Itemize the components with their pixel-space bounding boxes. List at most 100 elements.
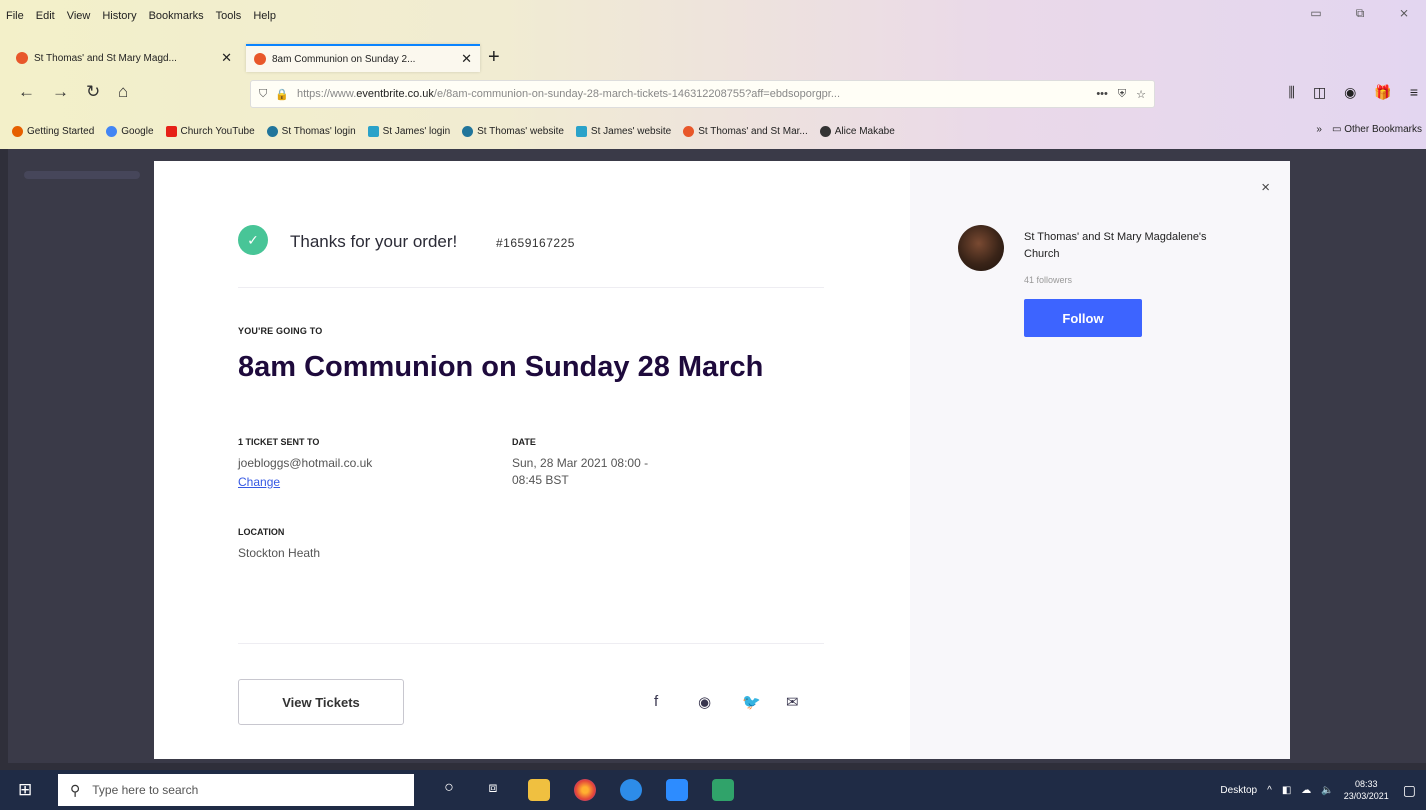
- menu-history[interactable]: History: [102, 10, 136, 22]
- bookmark-church-youtube[interactable]: Church YouTube: [165, 125, 255, 137]
- organizer-panel: × St Thomas' and St Mary Magdalene's Chu…: [910, 161, 1290, 759]
- hamburger-menu-icon[interactable]: ≡: [1410, 84, 1418, 101]
- tracking-shield-icon[interactable]: ⛉: [259, 88, 267, 101]
- close-modal-icon[interactable]: ×: [1261, 179, 1270, 196]
- success-check-icon: ✓: [238, 225, 268, 255]
- divider: [238, 643, 824, 644]
- bookmark-st-james-login[interactable]: St James' login: [367, 125, 450, 137]
- nav-bar: ← → ↻ ⌂ ⛉ 🔒 https://www.eventbrite.co.uk…: [0, 76, 1426, 112]
- firefox-icon: [12, 125, 23, 137]
- toolbar-icons: ⫼ ◫ ◉ 🎁 ≡: [1288, 84, 1418, 101]
- menu-help[interactable]: Help: [253, 10, 276, 22]
- tab-close-icon[interactable]: ✕: [461, 51, 472, 67]
- bookmark-st-thomas-login[interactable]: St Thomas' login: [266, 125, 356, 137]
- window-controls: ▭ ⧉ ⨯: [1294, 6, 1426, 21]
- lock-icon[interactable]: 🔒: [275, 88, 289, 101]
- order-number: #1659167225: [496, 236, 575, 250]
- bookmark-star-icon[interactable]: ☆: [1136, 88, 1146, 101]
- close-window-icon[interactable]: ⨯: [1382, 6, 1426, 21]
- windows-start-icon[interactable]: ⊞: [18, 780, 32, 800]
- bookmarks-right: » ▭ Other Bookmarks: [1316, 124, 1422, 135]
- site-icon: [367, 125, 379, 137]
- eventbrite-icon: [683, 125, 695, 137]
- bookmark-st-james-website[interactable]: St James' website: [575, 125, 671, 137]
- app-taskbar-icon[interactable]: [620, 779, 642, 801]
- url-text[interactable]: https://www.eventbrite.co.uk/e/8am-commu…: [297, 88, 1086, 100]
- file-explorer-icon[interactable]: [528, 779, 550, 801]
- bookmarks-overflow-icon[interactable]: »: [1316, 124, 1322, 135]
- restore-icon[interactable]: ⧉: [1338, 6, 1382, 21]
- background-placeholder: [24, 171, 140, 179]
- bookmark-alice-makabe[interactable]: Alice Makabe: [819, 125, 895, 137]
- site-icon: [575, 125, 587, 137]
- follow-button[interactable]: Follow: [1024, 299, 1142, 337]
- notifications-icon[interactable]: ▢: [1403, 782, 1416, 799]
- browser-chrome: File Edit View History Bookmarks Tools H…: [0, 0, 1426, 149]
- event-date: Sun, 28 Mar 2021 08:00 -08:45 BST: [512, 456, 649, 487]
- organizer-name[interactable]: St Thomas' and St Mary Magdalene's Churc…: [1024, 229, 1214, 263]
- messenger-icon[interactable]: ◉: [698, 693, 711, 711]
- bookmarks-toolbar: Getting Started Google Church YouTube St…: [0, 116, 1426, 146]
- reload-icon[interactable]: ↻: [86, 82, 100, 102]
- search-placeholder: Type here to search: [92, 783, 199, 797]
- chevron-up-icon[interactable]: ^: [1267, 785, 1272, 796]
- firefox-taskbar-icon[interactable]: [574, 779, 596, 801]
- menu-tools[interactable]: Tools: [216, 10, 242, 22]
- ticket-email: joebloggs@hotmail.co.uk: [238, 456, 373, 470]
- forward-arrow-icon[interactable]: →: [52, 82, 69, 102]
- twitter-icon[interactable]: 🐦: [742, 693, 761, 711]
- event-title: 8am Communion on Sunday 28 March: [238, 351, 764, 383]
- other-bookmarks[interactable]: ▭ Other Bookmarks: [1332, 124, 1422, 135]
- bookmark-st-thomas-website[interactable]: St Thomas' website: [462, 125, 564, 137]
- sidebar-icon[interactable]: ◫: [1313, 84, 1326, 101]
- back-arrow-icon[interactable]: ←: [18, 82, 35, 102]
- wordpress-icon: [266, 125, 278, 137]
- cloud-icon[interactable]: ☁: [1301, 785, 1311, 796]
- home-icon[interactable]: ⌂: [118, 82, 128, 102]
- zoom-icon[interactable]: [666, 779, 688, 801]
- email-share-icon[interactable]: ✉: [786, 693, 799, 711]
- publisher-icon[interactable]: [712, 779, 734, 801]
- windows-taskbar: ⊞ ⚲ Type here to search ○ ⧈ Desktop ^ ◧ …: [0, 770, 1426, 810]
- facebook-icon[interactable]: f: [654, 693, 658, 710]
- taskbar-clock[interactable]: 08:33 23/03/2021: [1344, 778, 1389, 802]
- tab-title: St Thomas' and St Mary Magd...: [34, 52, 177, 64]
- date-label: DATE: [512, 437, 536, 447]
- tab-title: 8am Communion on Sunday 2...: [272, 53, 416, 65]
- menu-file[interactable]: File: [6, 10, 24, 22]
- tab-communion-active[interactable]: 8am Communion on Sunday 2... ✕: [246, 44, 480, 72]
- taskbar-search[interactable]: ⚲ Type here to search: [58, 774, 414, 806]
- desktop-toolbar[interactable]: Desktop: [1220, 785, 1257, 796]
- page-actions-icon[interactable]: •••: [1096, 88, 1108, 100]
- menu-edit[interactable]: Edit: [36, 10, 55, 22]
- view-tickets-button[interactable]: View Tickets: [238, 679, 404, 725]
- eventbrite-favicon-icon: [16, 52, 28, 64]
- volume-icon[interactable]: 🔈: [1321, 785, 1333, 796]
- network-icon[interactable]: ◧: [1282, 785, 1291, 796]
- eventbrite-favicon-icon: [254, 53, 266, 65]
- pocket-icon[interactable]: ⛨: [1118, 88, 1126, 101]
- task-view-icon[interactable]: ⧈: [482, 779, 504, 801]
- whats-new-gift-icon[interactable]: 🎁: [1374, 84, 1391, 101]
- bookmark-getting-started[interactable]: Getting Started: [12, 125, 94, 137]
- organizer-followers: 41 followers: [1024, 275, 1073, 285]
- system-tray: Desktop ^ ◧ ☁ 🔈 08:33 23/03/2021 ▢: [1220, 770, 1426, 810]
- location-label: LOCATION: [238, 527, 285, 537]
- account-icon[interactable]: ◉: [1344, 84, 1356, 101]
- library-icon[interactable]: ⫼: [1288, 84, 1294, 101]
- bookmark-google[interactable]: Google: [106, 125, 154, 137]
- tab-close-icon[interactable]: ✕: [221, 50, 232, 66]
- menu-bookmarks[interactable]: Bookmarks: [149, 10, 204, 22]
- cortana-icon[interactable]: ○: [438, 779, 460, 801]
- organizer-avatar[interactable]: [958, 225, 1004, 271]
- new-tab-button[interactable]: +: [488, 46, 500, 69]
- change-email-link[interactable]: Change: [238, 475, 280, 489]
- minimize-icon[interactable]: ▭: [1294, 6, 1338, 21]
- address-bar[interactable]: ⛉ 🔒 https://www.eventbrite.co.uk/e/8am-c…: [250, 80, 1155, 108]
- event-location: Stockton Heath: [238, 546, 321, 560]
- order-confirmation-modal: ✓ Thanks for your order! #1659167225 YOU…: [154, 161, 1290, 759]
- bookmark-st-thomas-st-mary[interactable]: St Thomas' and St Mar...: [683, 125, 808, 137]
- google-icon: [106, 125, 118, 137]
- tab-st-thomas[interactable]: St Thomas' and St Mary Magd... ✕: [8, 44, 240, 72]
- menu-view[interactable]: View: [67, 10, 91, 22]
